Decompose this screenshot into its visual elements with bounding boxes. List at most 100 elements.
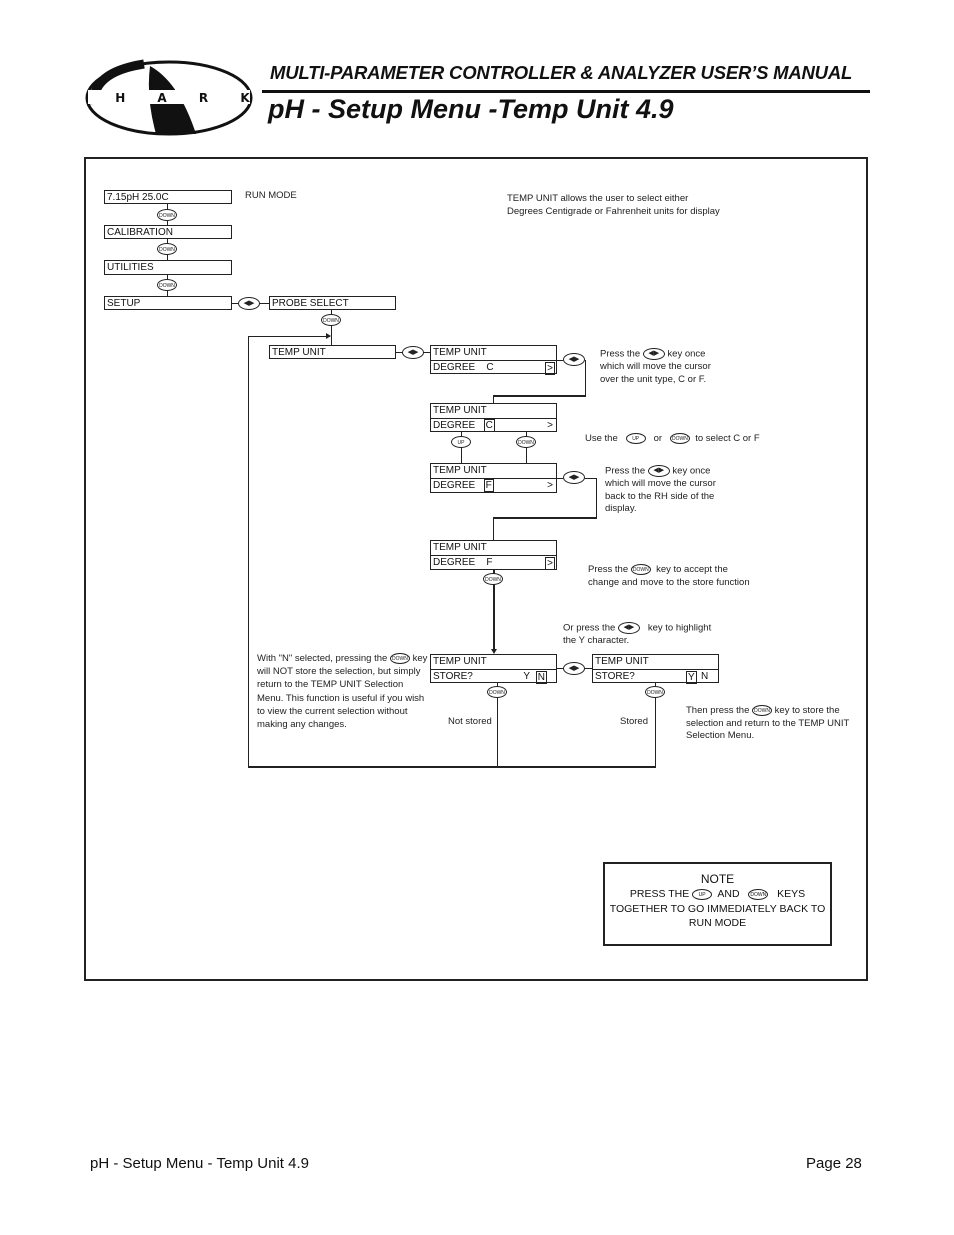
text: to select C or F [695,433,760,445]
lcd-probe-select: PROBE SELECT [269,296,396,310]
text: DEGREE [433,557,476,568]
connector-line [248,766,656,768]
lcd-screen-degree-c-cursor: TEMP UNIT DEGREE C > [430,403,557,432]
text: > [547,480,553,491]
lcd-screen-degree-f: TEMP UNIT DEGREE F > [430,540,557,570]
run-mode-label: RUN MODE [245,190,297,201]
lcd-screen-degree-f-cursor: TEMP UNIT DEGREE F > [430,463,557,493]
down-key-icon: DOWN [157,279,177,291]
note-step5: Or press the ◀▶ key to highlight the Y c… [563,622,723,648]
down-key-icon: DOWN [157,243,177,255]
manual-title: MULTI-PARAMETER CONTROLLER & ANALYZER US… [270,62,853,83]
text: TEMP UNIT [433,542,487,553]
lcd-setup: SETUP [104,296,232,310]
text: DEGREE C > [431,418,556,433]
text: TEMP UNIT [433,347,487,358]
left-right-key-icon: ◀▶ [238,297,260,310]
text: Then press the [686,705,750,717]
text: > [545,557,555,570]
lcd-store-y: TEMP UNIT STORE? Y N [592,654,719,684]
connector-line [585,360,586,396]
lcd-screen-degree-c: TEMP UNIT DEGREE C > [430,345,557,375]
stored-label: Stored [620,716,648,727]
up-key-icon: UP [451,436,471,448]
down-key-icon: DOWN [748,888,769,900]
text: F [483,479,494,492]
left-right-key-icon: ◀▶ [563,353,585,366]
text: Use the [585,433,618,445]
text: Y [686,671,697,684]
text: TEMP UNIT [433,405,487,416]
text: TOGETHER TO GO IMMEDIATELY BACK TO RUN M… [609,902,826,930]
text: TEMP UNIT [595,656,649,667]
note-step4: Press the DOWN key to accept the change … [588,564,758,589]
text: > [545,362,555,375]
text: DEGREE C > [431,360,556,375]
down-key-icon: DOWN [630,564,651,575]
left-right-key-icon: ◀▶ [617,622,640,634]
connector-line [557,478,563,479]
text: DEGREE [433,480,476,491]
text: Or press the [563,622,616,634]
lcd-calibration: CALIBRATION [104,225,232,239]
text: C [486,362,494,373]
text: PRESS THE UP AND DOWN KEYS [629,888,806,900]
note-step1: Press the ◀▶ key once which will move th… [600,348,725,386]
down-key-icon: DOWN [645,686,665,698]
footer-page-number: Page 28 [806,1155,862,1172]
logo-text: S H A R K [84,91,254,105]
down-key-icon: DOWN [752,705,773,716]
text: C [483,419,495,432]
footer-section: pH - Setup Menu - Temp Unit 4.9 [90,1155,309,1172]
connector-line [493,395,586,397]
up-key-icon: UP [625,433,646,444]
text: Press the [600,348,641,360]
note-box: NOTE PRESS THE UP AND DOWN KEYS TOGETHER… [603,862,832,946]
left-right-key-icon: ◀▶ [402,346,424,359]
connector-line [596,478,597,518]
text: Press the [588,564,629,576]
down-key-icon: DOWN [389,652,410,664]
left-right-key-icon: ◀▶ [563,471,585,484]
note-step3: Press the ◀▶ key once which will move th… [605,465,730,516]
down-key-icon: DOWN [669,433,690,444]
arrowhead-icon [326,333,331,339]
left-right-key-icon: ◀▶ [642,348,665,360]
up-key-icon: UP [692,888,713,900]
text: Y [523,671,530,682]
connector-line [557,360,563,361]
text: With "N" selected, pressing the [257,653,388,664]
lcd-store-n: TEMP UNIT STORE? Y N [430,654,557,684]
text: DEGREE [433,420,476,431]
lcd-utilities: UTILITIES [104,260,232,275]
text: STORE? Y N [593,669,718,684]
down-key-icon: DOWN [321,314,341,326]
left-right-key-icon: ◀▶ [563,662,585,675]
text: STORE? Y N [431,669,556,684]
shark-logo: S H A R K [84,59,254,136]
down-key-icon: DOWN [516,436,536,448]
text: STORE? [595,671,635,682]
lcd-temp-unit: TEMP UNIT [269,345,396,359]
text: STORE? [433,671,473,682]
connector-line [493,395,494,403]
text: DEGREE [433,362,476,373]
page-title: pH - Setup Menu -Temp Unit 4.9 [268,94,674,124]
intro-text: TEMP UNIT allows the user to select eith… [507,193,720,217]
note-store: Then press the DOWN key to store the sel… [686,705,858,743]
connector-line [493,517,494,540]
text: N [535,671,547,684]
not-stored-label: Not stored [448,716,492,727]
connector-line [248,336,249,767]
text: F [486,557,493,568]
connector-line [248,336,330,337]
text: Press the [605,465,646,477]
text: N [701,671,709,682]
header-rule [262,90,870,93]
down-key-icon: DOWN [483,573,503,585]
lcd-run-display: 7.15pH 25.0C [104,190,232,204]
text: > [547,420,553,431]
down-key-icon: DOWN [157,209,177,221]
note-title: NOTE [700,872,735,886]
text: DEGREE F > [431,478,556,493]
